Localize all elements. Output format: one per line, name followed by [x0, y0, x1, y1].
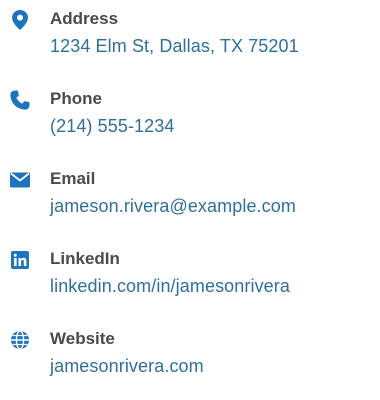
contact-value-website[interactable]: jamesonrivera.com	[50, 354, 204, 378]
contact-label-linkedin: LinkedIn	[50, 249, 120, 268]
contact-value-address: 1234 Elm St, Dallas, TX 75201	[50, 36, 299, 56]
envelope-icon	[10, 170, 30, 190]
contact-list: Address 1234 Elm St, Dallas, TX 75201 Ph…	[0, 0, 380, 391]
contact-value-email[interactable]: jameson.rivera@example.com	[50, 194, 296, 218]
contact-value-linkedin[interactable]: linkedin.com/in/jamesonrivera	[50, 274, 290, 298]
linkedin-icon	[10, 250, 30, 270]
contact-item-linkedin: LinkedIn linkedin.com/in/jamesonrivera	[0, 249, 380, 320]
contact-label-address: Address	[50, 9, 119, 28]
contact-item-address: Address 1234 Elm St, Dallas, TX 75201	[0, 9, 380, 80]
contact-label-website: Website	[50, 329, 115, 348]
phone-icon	[10, 90, 30, 110]
contact-value-phone[interactable]: (214) 555-1234	[50, 114, 175, 138]
contact-item-website: Website jamesonrivera.com	[0, 329, 380, 400]
contact-item-phone: Phone (214) 555-1234	[0, 89, 380, 160]
globe-icon	[10, 330, 30, 350]
contact-label-email: Email	[50, 169, 96, 188]
contact-item-email: Email jameson.rivera@example.com	[0, 169, 380, 240]
map-marker-icon	[10, 10, 30, 30]
contact-label-phone: Phone	[50, 89, 102, 108]
